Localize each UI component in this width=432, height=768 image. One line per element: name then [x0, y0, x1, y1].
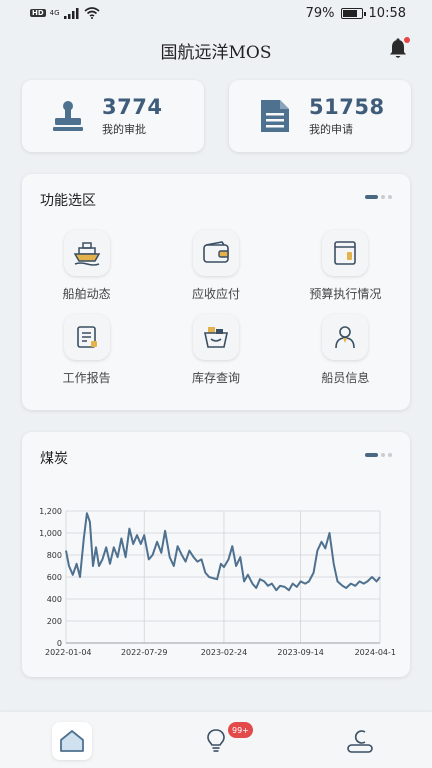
notification-badge: 99+ [228, 722, 253, 738]
x-tick-label: 2023-09-14 [277, 648, 324, 657]
func-receivable-payable[interactable]: 应收应付 [151, 230, 280, 302]
page-title: 国航远洋MOS [160, 43, 272, 63]
ship-icon [63, 230, 110, 276]
battery-icon [340, 7, 366, 19]
nav-profile[interactable] [340, 722, 380, 760]
func-ship-status[interactable]: 船舶动态 [22, 230, 151, 302]
pager-dot-active [365, 195, 378, 199]
wallet-icon [192, 230, 239, 276]
notification-dot [404, 37, 410, 43]
func-label: 船舶动态 [62, 287, 111, 301]
func-label: 库存查询 [191, 371, 240, 385]
func-label: 应收应付 [191, 287, 240, 301]
status-right: 79% 10:58 [306, 6, 406, 21]
func-crew-info[interactable]: 船员信息 [281, 314, 410, 386]
network-type: 4G [49, 9, 60, 17]
app-header: 国航远洋MOS [0, 28, 432, 72]
y-tick-label: 1,000 [39, 529, 62, 538]
y-tick-label: 400 [47, 595, 62, 604]
y-tick-label: 600 [47, 573, 62, 582]
my-applications-card[interactable]: 51758 我的申请 [229, 80, 411, 152]
func-budget-execution[interactable]: 预算执行情况 [281, 230, 410, 302]
function-panel: 功能选区 船舶动态 应收应付 预算执行情况 工作报告 库存查询 船员信息 [22, 174, 410, 410]
function-grid: 船舶动态 应收应付 预算执行情况 工作报告 库存查询 船员信息 [22, 230, 410, 386]
battery-percent: 79% [305, 5, 335, 21]
func-label: 船员信息 [321, 371, 370, 385]
pager-dot [388, 195, 392, 199]
profile-icon [347, 730, 373, 753]
func-work-report[interactable]: 工作报告 [22, 314, 151, 386]
nav-home[interactable] [52, 722, 92, 760]
y-tick-label: 1,200 [39, 507, 62, 516]
x-tick-label: 2024-04-1 [355, 648, 396, 657]
function-panel-title: 功能选区 [40, 193, 96, 209]
x-tick-label: 2022-01-04 [45, 648, 92, 657]
signal-icon [63, 7, 79, 19]
lightbulb-icon [207, 729, 225, 752]
hd-indicator: HD [30, 9, 46, 17]
x-tick-label: 2023-02-24 [201, 648, 248, 657]
function-pager[interactable] [365, 195, 392, 199]
approvals-count: 3774 [102, 95, 163, 119]
battery-fill [342, 9, 357, 17]
coal-chart-panel: 煤炭 0 200 400 600 800 1,000 1,200 2022-01-04 2022… [22, 432, 410, 677]
document-icon [255, 96, 295, 136]
inventory-icon [192, 314, 239, 360]
coal-line-chart: 0 200 400 600 800 1,000 1,200 2022-01-04 2022-07… [39, 507, 396, 657]
applications-count: 51758 [309, 95, 385, 119]
wifi-icon [84, 7, 100, 19]
applications-label: 我的申请 [309, 123, 353, 136]
y-tick-label: 0 [57, 639, 62, 648]
stamp-icon [48, 96, 88, 136]
home-icon [60, 730, 84, 752]
my-approvals-card[interactable]: 3774 我的审批 [22, 80, 204, 152]
report-icon [63, 314, 110, 360]
bottom-nav [0, 712, 432, 768]
crew-icon [322, 314, 369, 360]
pager-dot [381, 195, 385, 199]
func-label: 预算执行情况 [309, 287, 382, 301]
clock: 10:58 [368, 5, 406, 21]
status-bar: HD 4G 79% 10:58 [0, 0, 432, 26]
y-tick-label: 800 [47, 551, 62, 560]
x-tick-label: 2022-07-29 [121, 648, 168, 657]
func-label: 工作报告 [62, 371, 111, 385]
y-tick-label: 200 [47, 617, 62, 626]
notification-button[interactable] [388, 37, 410, 60]
func-inventory-query[interactable]: 库存查询 [151, 314, 280, 386]
series-line [65, 512, 381, 592]
approvals-label: 我的审批 [102, 123, 146, 136]
budget-icon [322, 230, 369, 276]
status-left: HD 4G [30, 7, 100, 19]
